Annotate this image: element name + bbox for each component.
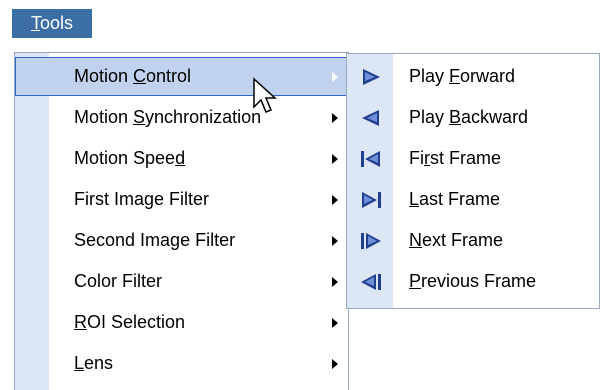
menu-item-play-forward[interactable]: Play Forward: [347, 57, 599, 96]
menu-item-label: Last Frame: [409, 189, 501, 209]
menu-item-label: Play Backward: [409, 107, 529, 127]
submenu-arrow-icon: [332, 112, 338, 123]
menu-item-motion-speed[interactable]: Motion Speed: [15, 139, 348, 178]
first-frame-icon: [361, 150, 380, 167]
submenu-arrow-icon: [332, 153, 338, 164]
play-forward-icon: [363, 68, 380, 85]
menu-tools-label: Tools: [30, 13, 74, 33]
menu-item-label: First Image Filter: [74, 189, 210, 209]
mouse-pointer-icon: [253, 77, 277, 113]
menu-item-motion-synchronization[interactable]: Motion Synchronization: [15, 98, 348, 137]
menu-item-label: Second Image Filter: [74, 230, 236, 250]
menu-item-color-filter[interactable]: Color Filter: [15, 262, 348, 301]
menu-item-label: Lens: [74, 353, 114, 373]
menu-item-label: Motion Control: [74, 66, 192, 86]
menu-item-label: ROI Selection: [74, 312, 186, 332]
menu-item-lens[interactable]: Lens: [15, 344, 348, 383]
next-frame-icon: [361, 232, 381, 249]
menu-item-previous-frame[interactable]: Previous Frame: [347, 262, 599, 301]
play-backward-icon: [362, 109, 379, 126]
submenu-arrow-icon: [332, 71, 338, 82]
last-frame-icon: [362, 191, 381, 208]
menu-item-play-backward[interactable]: Play Backward: [347, 98, 599, 137]
menu-item-second-image-filter[interactable]: Second Image Filter: [15, 221, 348, 260]
submenu-arrow-icon: [332, 317, 338, 328]
menu-item-label: First Frame: [409, 148, 502, 168]
menu-item-next-frame[interactable]: Next Frame: [347, 221, 599, 260]
menu-item-label: Color Filter: [74, 271, 163, 291]
menu-item-motion-control[interactable]: Motion Control: [15, 57, 348, 96]
motion-control-submenu: Play Forward Play Backward First Frame L…: [346, 53, 600, 309]
submenu-arrow-icon: [332, 235, 338, 246]
menu-tools[interactable]: Tools: [12, 9, 92, 38]
menu-item-label: Motion Synchronization: [74, 107, 262, 127]
menu-item-first-image-filter[interactable]: First Image Filter: [15, 180, 348, 219]
submenu-arrow-icon: [332, 276, 338, 287]
menu-item-last-frame[interactable]: Last Frame: [347, 180, 599, 219]
menu-item-label: Next Frame: [409, 230, 504, 250]
submenu-arrow-icon: [332, 358, 338, 369]
tools-menu: Motion Control Motion Synchronization Mo…: [14, 52, 349, 390]
menu-item-label: Previous Frame: [409, 271, 537, 291]
menu-item-first-frame[interactable]: First Frame: [347, 139, 599, 178]
submenu-arrow-icon: [332, 194, 338, 205]
menu-item-roi-selection[interactable]: ROI Selection: [15, 303, 348, 342]
previous-frame-icon: [361, 273, 381, 290]
menu-item-label: Motion Speed: [74, 148, 186, 168]
menu-item-label: Play Forward: [409, 66, 516, 86]
